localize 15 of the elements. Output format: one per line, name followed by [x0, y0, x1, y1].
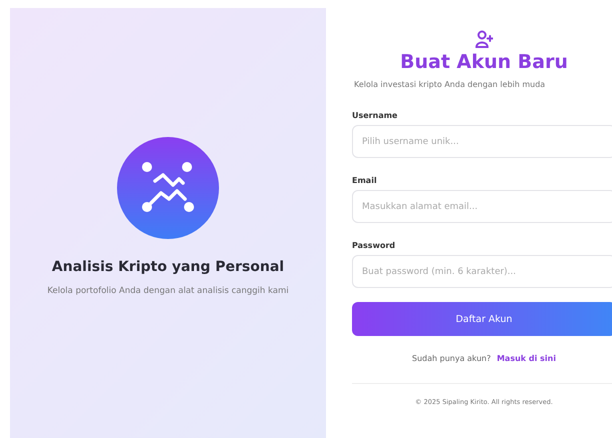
input-field[interactable]: Buat password (min. 6 karakter)...	[352, 255, 612, 288]
field-label: Password	[352, 241, 396, 250]
register-button[interactable]: Daftar Akun	[352, 302, 612, 336]
form-title: Buat Akun Baru	[400, 51, 568, 73]
hero-title: Analisis Kripto yang Personal	[52, 259, 284, 275]
login-link[interactable]: Masuk di sini	[496, 354, 556, 363]
chart-logo-icon	[117, 137, 219, 239]
login-prompt: Sudah punya akun?	[412, 354, 491, 363]
field-label: Email	[352, 176, 378, 185]
input-field[interactable]: Pilih username unik...	[352, 125, 612, 158]
hero-subtitle: Kelola portofolio Anda dengan alat analisis canggih kami	[46, 285, 290, 298]
add-user-icon	[475, 30, 493, 48]
form-subtitle: Kelola investasi kripto Anda dengan lebih muda	[354, 80, 546, 89]
field-label: Username	[352, 111, 398, 120]
input-field[interactable]: Masukkan alamat email...	[352, 190, 612, 223]
